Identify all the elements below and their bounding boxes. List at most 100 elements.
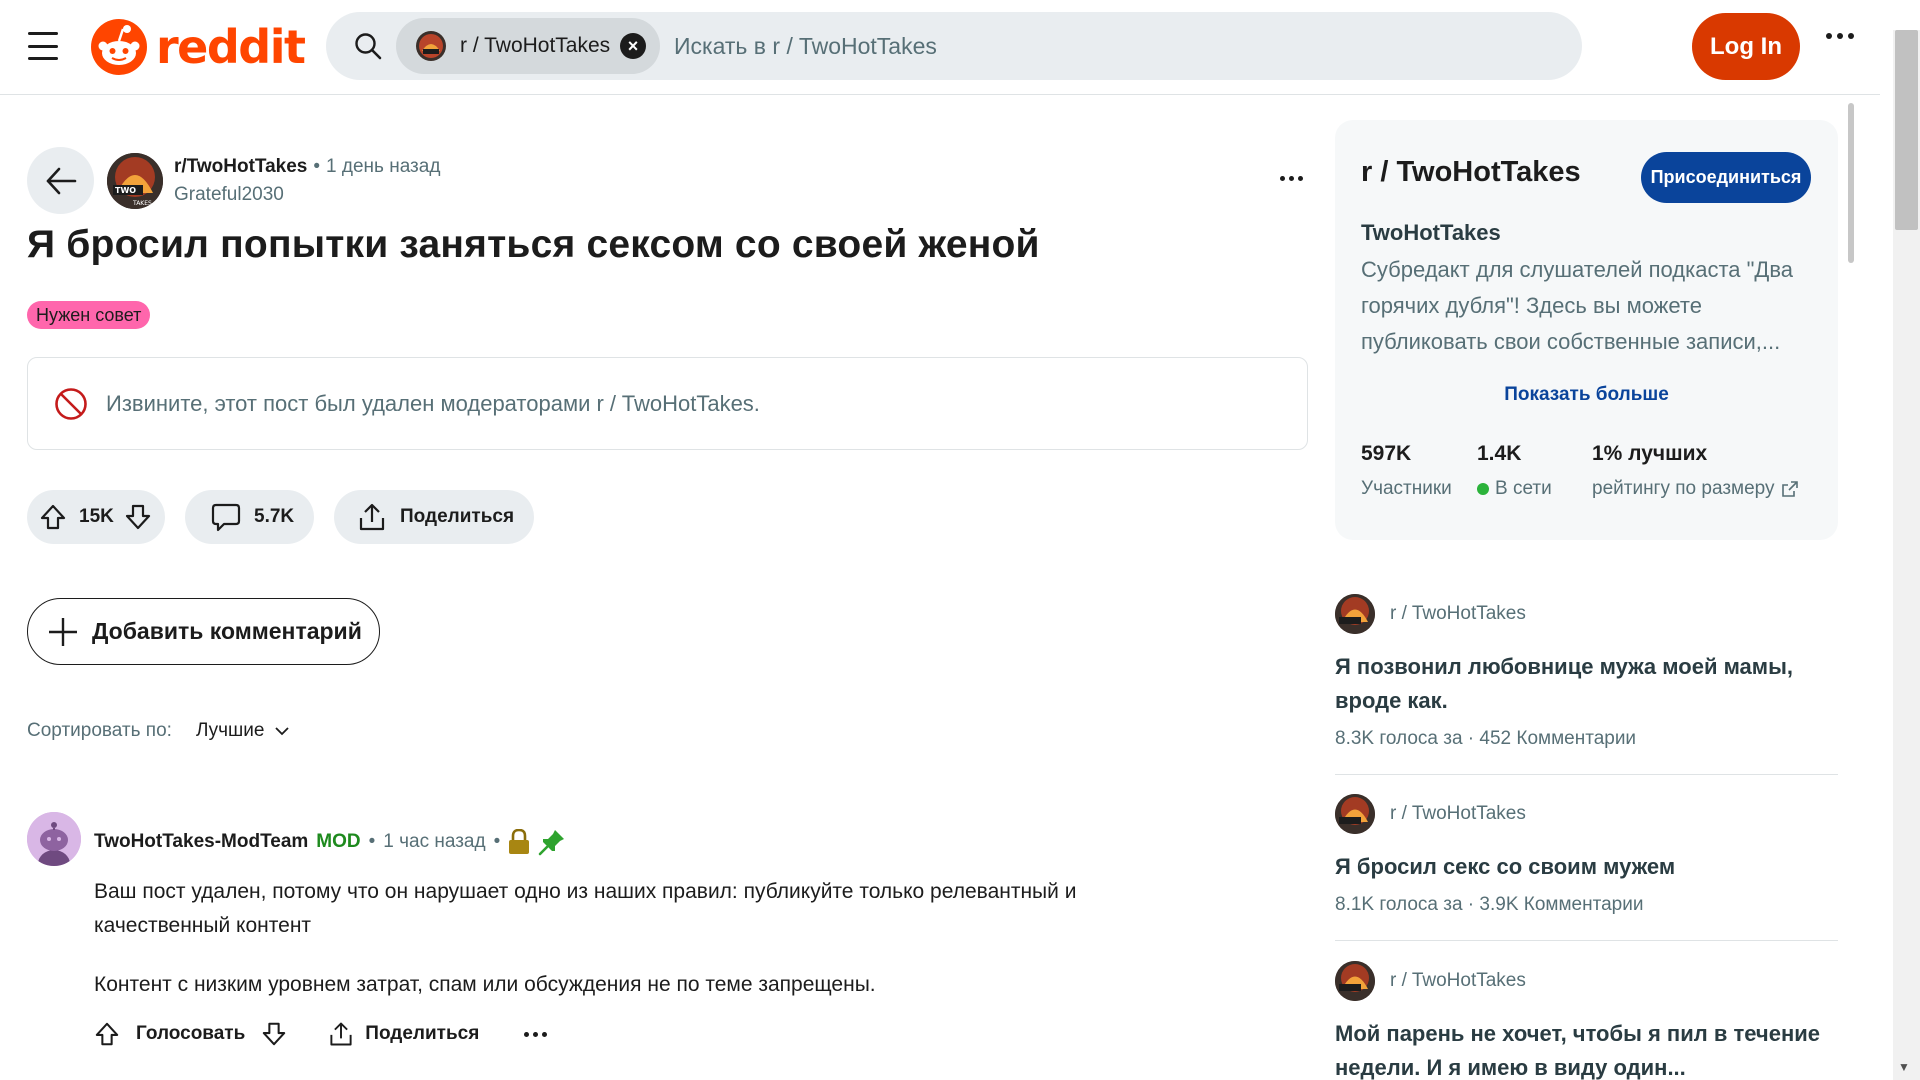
scroll-down-arrow-icon[interactable]: ▼ [1898, 1060, 1910, 1074]
community-name: TwoHotTakes [1361, 220, 1501, 245]
online-dot-icon [1477, 483, 1489, 495]
downvote-icon[interactable] [261, 1021, 287, 1047]
pin-icon [538, 830, 565, 856]
share-button[interactable]: Поделиться [334, 490, 534, 544]
comment-more-icon[interactable] [524, 1031, 548, 1037]
sort-dropdown[interactable]: Лучшие [196, 720, 291, 742]
meta-separator: • [313, 156, 321, 177]
related-subreddit: r / TwoHotTakes [1390, 803, 1526, 824]
stat-online: 1.4K В сети [1477, 442, 1552, 500]
ban-icon [55, 387, 87, 420]
removed-notice: Извините, этот пост был удален модератор… [27, 357, 1308, 450]
reddit-logo[interactable]: reddit [90, 18, 306, 76]
comment-share-label: Поделиться [365, 1023, 480, 1044]
post-meta: r/TwoHotTakes • 1 день назад [174, 156, 440, 178]
share-icon [330, 1022, 352, 1046]
subreddit-avatar-icon [416, 31, 446, 61]
related-subreddit: r / TwoHotTakes [1390, 603, 1526, 624]
vote-pill: 15K [27, 490, 165, 544]
lock-icon [509, 829, 530, 854]
comment-paragraph-2: Контент с низким уровнем затрат, спам ил… [94, 973, 876, 996]
stat-label: В сети [1495, 478, 1552, 499]
post-flair[interactable]: Нужен совет [27, 301, 151, 329]
comment-share-button[interactable]: Поделиться [327, 1020, 479, 1048]
stat-label: рейтингу по размеру [1592, 478, 1775, 499]
related-post[interactable]: r / TwoHotTakes Я бросил секс со своим м… [1335, 794, 1838, 916]
removed-message: Извините, этот пост был удален модератор… [106, 390, 760, 416]
search-bar[interactable]: r / TwoHotTakes × [326, 12, 1582, 80]
upvote-icon[interactable] [94, 1021, 120, 1047]
more-icon[interactable] [1826, 33, 1854, 39]
back-arrow-icon [46, 167, 76, 194]
subreddit-avatar-icon: TWO TAKES [107, 153, 163, 209]
stat-value: 1% лучших [1592, 442, 1708, 465]
meta-separator: • [368, 831, 376, 852]
post-more-icon[interactable] [1280, 176, 1303, 181]
related-post[interactable]: r / TwoHotTakes Я позвонил любовнице муж… [1335, 594, 1838, 750]
top-header: reddit r / TwoHotTakes × Log In [0, 0, 1880, 95]
add-comment-button[interactable]: Добавить комментарий [27, 598, 380, 665]
comment-time: 1 час назад [383, 831, 486, 852]
sidebar-scrollbar[interactable] [1848, 103, 1854, 263]
menu-icon[interactable] [28, 30, 60, 62]
upvote-icon[interactable] [39, 503, 67, 531]
search-chip-label: r / TwoHotTakes [460, 34, 611, 57]
sidebar-title[interactable]: r / TwoHotTakes [1361, 156, 1581, 189]
stat-label: Участники [1361, 478, 1452, 499]
svg-text:TAKES: TAKES [132, 200, 152, 207]
plus-icon [49, 617, 77, 646]
stat-members: 597K Участники [1361, 442, 1452, 500]
divider [1335, 774, 1838, 775]
related-meta: 8.1K голоса за · 3.9K Комментарии [1335, 894, 1644, 915]
related-title[interactable]: Я бросил секс со своим мужем [1335, 850, 1838, 884]
downvote-icon[interactable] [124, 503, 152, 531]
related-title[interactable]: Я позвонил любовнице мужа моей мамы, вро… [1335, 650, 1838, 718]
community-sidebar: r / TwoHotTakes Присоединиться TwoHotTak… [1335, 120, 1838, 540]
chevron-down-icon [275, 727, 290, 736]
show-more-link[interactable]: Показать больше [1335, 384, 1838, 406]
post-title: Я бросил попытки заняться сексом со свое… [27, 223, 1040, 266]
logo-text: reddit [156, 20, 306, 74]
divider [1335, 940, 1838, 941]
scrollbar-thumb[interactable] [1895, 30, 1918, 230]
related-meta: 8.3K голоса за · 452 Комментарии [1335, 728, 1637, 749]
comment-icon [211, 503, 241, 532]
comment-author[interactable]: TwoHotTakes-ModTeam [94, 831, 308, 853]
post-time: 1 день назад [326, 156, 441, 177]
post-subreddit-link[interactable]: r/TwoHotTakes [174, 156, 307, 178]
comment-paragraph-1: Ваш пост удален, потому что он нарушает … [94, 880, 1077, 937]
search-icon [355, 33, 382, 60]
subreddit-avatar-icon [1335, 794, 1375, 834]
subreddit-avatar-icon [1335, 594, 1375, 634]
search-input[interactable] [674, 26, 1534, 66]
mod-badge: MOD [316, 831, 361, 852]
sort-value: Лучшие [195, 720, 265, 741]
comment-body: Ваш пост удален, потому что он нарушает … [94, 875, 1214, 1027]
comment-avatar[interactable] [27, 812, 81, 866]
related-post[interactable]: r / TwoHotTakes Мой парень не хочет, что… [1335, 961, 1838, 1080]
meta-separator: • [493, 831, 501, 852]
add-comment-label: Добавить комментарий [92, 618, 362, 644]
comment-actions: Голосовать Поделиться [94, 1020, 548, 1048]
stat-rank[interactable]: 1% лучших рейтингу по размеру [1592, 442, 1799, 500]
related-title[interactable]: Мой парень не хочет, чтобы я пил в течен… [1335, 1017, 1838, 1080]
svg-text:TWO: TWO [115, 186, 136, 195]
stat-value: 597K [1361, 442, 1412, 465]
snoo-avatar-icon [27, 812, 81, 866]
vote-count: 15K [79, 506, 114, 527]
post-author[interactable]: Grateful2030 [174, 184, 284, 206]
comment-header: TwoHotTakes-ModTeam MOD • 1 час назад • [94, 828, 566, 856]
share-icon [359, 503, 385, 531]
external-link-icon [1781, 481, 1798, 497]
search-scope-chip[interactable]: r / TwoHotTakes × [396, 18, 660, 74]
join-button[interactable]: Присоединиться [1641, 152, 1811, 203]
back-button[interactable] [27, 147, 94, 214]
subreddit-avatar[interactable]: TWO TAKES [107, 153, 163, 209]
comment-count: 5.7K [254, 506, 295, 527]
close-icon[interactable]: × [620, 33, 646, 59]
subreddit-avatar-icon [1335, 961, 1375, 1001]
comments-button[interactable]: 5.7K [185, 490, 314, 544]
login-button[interactable]: Log In [1692, 13, 1800, 80]
reddit-logo-icon [91, 19, 147, 75]
page-scrollbar[interactable] [1893, 30, 1920, 1080]
